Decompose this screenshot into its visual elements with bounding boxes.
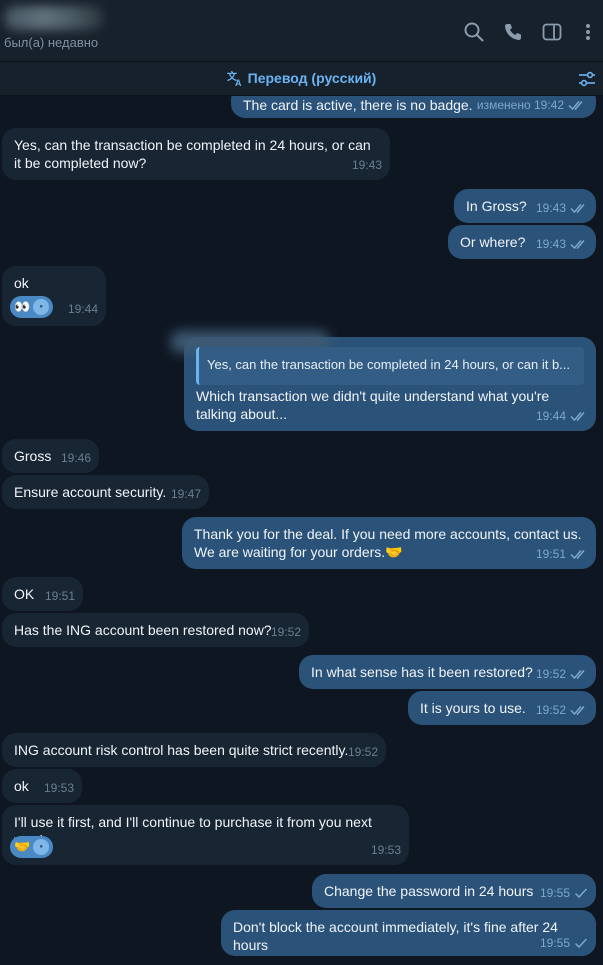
double-check-icon [570,550,585,559]
reaction-badge[interactable]: 🤝 ● [10,836,54,858]
message-incoming[interactable]: Yes, can the transaction be completed in… [2,128,390,180]
message-text: I'll use it first, and I'll continue to … [14,814,372,848]
quote-text: Yes, can the transaction be completed in… [207,357,571,372]
contact-status: был(а) недавно [4,35,99,50]
message-text: Yes, can the transaction be completed in… [14,137,371,171]
message-edited-time: изменено 19:42 [476,98,564,112]
message-incoming[interactable]: Has the ING account been restored now? 1… [2,613,309,647]
message-time: 19:52 [535,667,566,681]
message-time: 19:43 [535,237,566,251]
single-check-icon [574,888,588,898]
message-time: 19:43 [351,158,382,172]
double-check-icon [568,101,583,110]
message-incoming[interactable]: OK 19:51 [2,577,83,611]
message-incoming[interactable]: ok 19:53 [2,769,82,803]
message-incoming[interactable]: Ensure account security. 19:47 [2,475,209,509]
single-check-icon [574,938,588,948]
contact-name-redacted[interactable] [4,6,104,30]
message-time: 19:53 [43,781,74,795]
message-time: 19:55 [539,936,570,950]
message-outgoing[interactable]: In Gross? 19:43 [454,189,596,223]
handshake-emoji: 🤝 [14,839,31,854]
reply-quote[interactable]: Yes, can the transaction be completed in… [196,347,584,385]
translation-settings-icon[interactable] [577,69,597,89]
double-check-icon [570,412,585,421]
phone-icon[interactable] [502,21,524,43]
more-options-icon[interactable] [577,21,595,43]
message-outgoing[interactable]: Change the password in 24 hours 19:55 [312,874,596,908]
reaction-badge[interactable]: 👀 ● [10,296,54,318]
double-check-icon [570,706,585,715]
message-outgoing[interactable]: It is yours to use. 19:52 [408,691,596,725]
translate-icon: 文A [227,70,243,88]
message-incoming[interactable]: Gross 19:46 [2,439,99,473]
message-text: Don't block the account immediately, it'… [233,919,558,953]
message-list[interactable]: The card is active, there is no badge. и… [0,96,603,965]
double-check-icon [570,240,585,249]
double-check-icon [570,670,585,679]
message-text: Which transaction we didn't quite unders… [196,388,550,422]
message-incoming[interactable]: I'll use it first, and I'll continue to … [2,805,409,865]
message-outgoing[interactable]: In what sense has it been restored? 19:5… [299,655,596,689]
message-incoming[interactable]: ok 👀 ● 19:44 [2,266,106,326]
message-outgoing[interactable]: The card is active, there is no badge. и… [231,96,596,118]
message-outgoing[interactable]: Don't block the account immediately, it'… [221,910,596,956]
message-incoming[interactable]: ING account risk control has been quite … [2,733,386,767]
avatar: ● [33,299,50,315]
message-time: 19:51 [44,589,75,603]
message-time: 19:46 [60,451,91,465]
message-text: Ensure account security. [14,484,167,500]
sidebar-toggle-icon[interactable] [541,21,563,43]
chat-header: был(а) недавно [0,0,603,62]
message-time: 19:52 [347,745,378,759]
message-time: 19:44 [535,409,566,423]
message-time: 19:51 [535,547,566,561]
message-time: 19:52 [535,703,566,717]
message-time: 19:52 [270,625,301,639]
message-outgoing[interactable]: Or where? 19:43 [448,225,596,259]
message-time: 19:53 [370,843,401,857]
message-text: ING account risk control has been quite … [14,742,349,758]
message-text: Has the ING account been restored now? [14,622,272,638]
svg-text:A: A [235,78,242,86]
message-time: 19:47 [170,487,201,501]
translation-label: Перевод (русский) [247,70,377,86]
message-text: ok [14,275,29,291]
message-outgoing[interactable]: Thank you for the deal. If you need more… [182,517,596,569]
search-icon[interactable] [463,21,485,43]
message-text: Thank you for the deal. If you need more… [194,526,582,560]
avatar: ● [33,839,50,855]
message-outgoing-reply[interactable]: Yes, can the transaction be completed in… [170,331,596,431]
message-time: 19:43 [535,201,566,215]
double-check-icon [570,204,585,213]
message-time: 19:44 [67,302,98,316]
translation-bar[interactable]: 文A Перевод (русский) [0,62,603,96]
eyes-emoji: 👀 [14,299,31,314]
message-time: 19:55 [539,886,570,900]
